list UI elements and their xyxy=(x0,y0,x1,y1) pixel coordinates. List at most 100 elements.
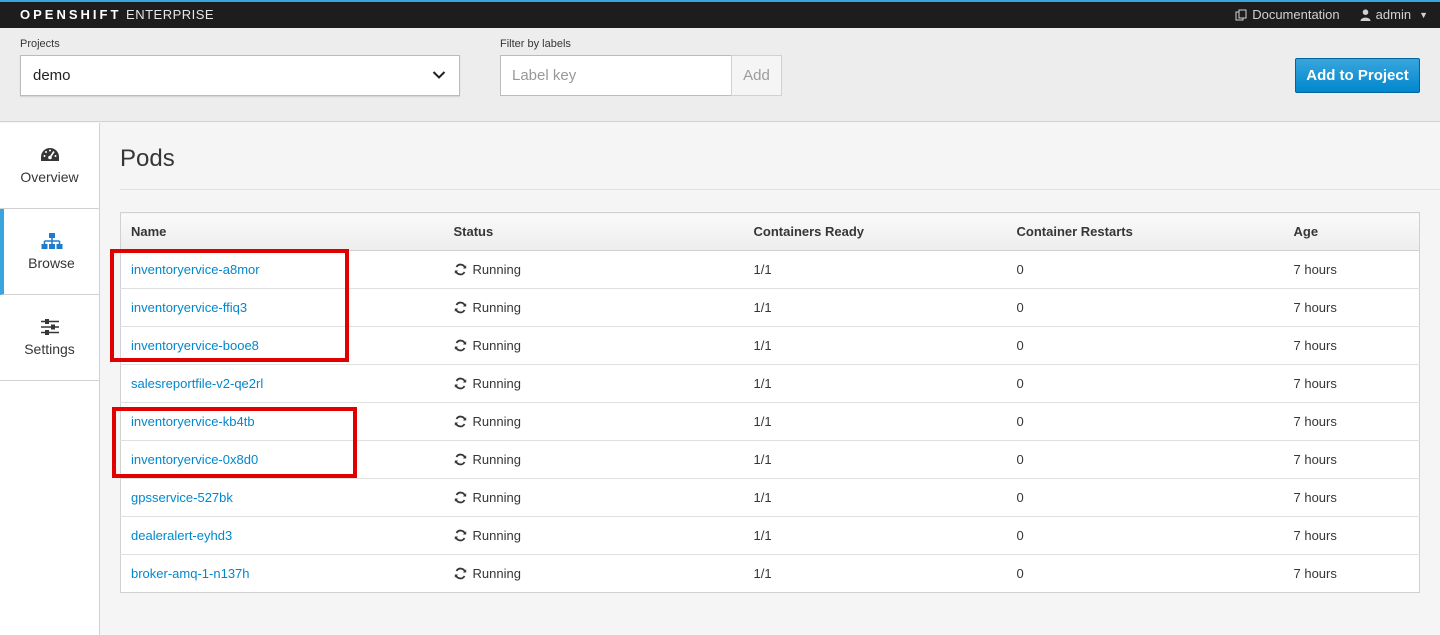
navbar-right: Documentation admin ▼ xyxy=(1235,7,1428,22)
column-header-containers-ready[interactable]: Containers Ready xyxy=(743,212,1007,251)
brand-light: ENTERPRISE xyxy=(126,7,215,22)
pod-link[interactable]: broker-amq-1-n137h xyxy=(131,566,250,581)
cell-containers-ready: 1/1 xyxy=(743,326,1007,365)
cell-name: inventoryervice-kb4tb xyxy=(120,402,444,441)
cell-name: broker-amq-1-n137h xyxy=(120,554,444,593)
table-row: inventoryervice-0x8d0 Running 1/1 0 7 hours xyxy=(120,440,1420,479)
cell-age: 7 hours xyxy=(1283,364,1420,403)
sync-icon xyxy=(454,377,466,390)
status-running: Running xyxy=(454,490,734,505)
status-label: Running xyxy=(472,566,521,581)
cell-containers-ready: 1/1 xyxy=(743,364,1007,403)
cell-containers-ready: 1/1 xyxy=(743,478,1007,517)
table-row: inventoryervice-booe8 Running 1/1 0 7 hours xyxy=(120,326,1420,365)
cell-container-restarts: 0 xyxy=(1006,478,1284,517)
pod-link[interactable]: dealeralert-eyhd3 xyxy=(131,528,232,543)
sync-icon xyxy=(454,529,466,542)
cell-name: salesreportfile-v2-qe2rl xyxy=(120,364,444,403)
status-label: Running xyxy=(472,414,521,429)
column-header-name[interactable]: Name xyxy=(120,212,444,251)
status-running: Running xyxy=(454,414,734,429)
status-running: Running xyxy=(454,300,734,315)
column-header-age[interactable]: Age xyxy=(1283,212,1420,251)
column-header-container-restarts[interactable]: Container Restarts xyxy=(1006,212,1284,251)
status-label: Running xyxy=(472,300,521,315)
cell-name: inventoryervice-0x8d0 xyxy=(120,440,444,479)
cell-status: Running xyxy=(443,250,744,289)
brand-bold: OPENSHIFT xyxy=(20,7,122,22)
cell-status: Running xyxy=(443,516,744,555)
status-label: Running xyxy=(472,452,521,467)
table-row: inventoryervice-a8mor Running 1/1 0 7 hours xyxy=(120,250,1420,289)
pod-link[interactable]: gpsservice-527bk xyxy=(131,490,233,505)
cell-status: Running xyxy=(443,554,744,593)
pod-link[interactable]: inventoryervice-0x8d0 xyxy=(131,452,258,467)
pod-link[interactable]: inventoryervice-a8mor xyxy=(131,262,260,277)
cell-age: 7 hours xyxy=(1283,326,1420,365)
cell-age: 7 hours xyxy=(1283,554,1420,593)
projects-label: Projects xyxy=(20,38,60,50)
sitemap-icon xyxy=(41,232,62,249)
sidebar-item-settings[interactable]: Settings xyxy=(0,295,99,381)
status-label: Running xyxy=(472,338,521,353)
cell-age: 7 hours xyxy=(1283,516,1420,555)
sync-icon xyxy=(454,453,466,466)
table-row: inventoryervice-kb4tb Running 1/1 0 7 hours xyxy=(120,402,1420,441)
add-label-button[interactable]: Add xyxy=(731,55,782,96)
sliders-icon xyxy=(40,318,59,335)
add-to-project-button[interactable]: Add to Project xyxy=(1295,58,1420,93)
status-running: Running xyxy=(454,262,734,277)
cell-container-restarts: 0 xyxy=(1006,364,1284,403)
cell-containers-ready: 1/1 xyxy=(743,402,1007,441)
table-row: gpsservice-527bk Running 1/1 0 7 hours xyxy=(120,478,1420,517)
documentation-link[interactable]: Documentation xyxy=(1235,7,1340,22)
pods-table: Name Status Containers Ready Container R… xyxy=(120,212,1420,593)
status-running: Running xyxy=(454,338,734,353)
user-menu[interactable]: admin ▼ xyxy=(1360,7,1428,22)
cell-container-restarts: 0 xyxy=(1006,250,1284,289)
user-icon xyxy=(1360,8,1371,21)
label-key-placeholder: Label key xyxy=(512,67,577,84)
sidebar-item-label: Overview xyxy=(20,168,79,185)
cell-containers-ready: 1/1 xyxy=(743,440,1007,479)
sync-icon xyxy=(454,263,466,276)
status-running: Running xyxy=(454,452,734,467)
sidebar-item-browse[interactable]: Browse xyxy=(0,209,99,295)
page-title: Pods xyxy=(120,145,175,172)
table-header-row: Name Status Containers Ready Container R… xyxy=(120,212,1420,251)
cell-status: Running xyxy=(443,478,744,517)
cell-container-restarts: 0 xyxy=(1006,516,1284,555)
cell-status: Running xyxy=(443,326,744,365)
column-header-status[interactable]: Status xyxy=(443,212,744,251)
status-running: Running xyxy=(454,528,734,543)
sync-icon xyxy=(454,339,466,352)
project-select[interactable]: demo xyxy=(20,55,460,96)
sidebar-item-label: Browse xyxy=(28,254,75,271)
pod-link[interactable]: inventoryervice-booe8 xyxy=(131,338,259,353)
brand-logo[interactable]: OPENSHIFT ENTERPRISE xyxy=(20,7,214,22)
label-key-input[interactable]: Label key xyxy=(500,55,732,96)
status-running: Running xyxy=(454,376,734,391)
cell-containers-ready: 1/1 xyxy=(743,250,1007,289)
table-row: salesreportfile-v2-qe2rl Running 1/1 0 7 hou… xyxy=(120,364,1420,403)
sidebar: Overview Browse Settings xyxy=(0,123,100,635)
dashboard-icon xyxy=(40,147,59,161)
main-content: Pods Name Status Containers Ready Contai… xyxy=(100,123,1440,635)
status-label: Running xyxy=(472,528,521,543)
documentation-label: Documentation xyxy=(1252,7,1340,22)
sidebar-item-overview[interactable]: Overview xyxy=(0,123,99,209)
cell-container-restarts: 0 xyxy=(1006,326,1284,365)
pod-link[interactable]: inventoryervice-ffiq3 xyxy=(131,300,247,315)
cell-status: Running xyxy=(443,402,744,441)
cell-name: gpsservice-527bk xyxy=(120,478,444,517)
cell-status: Running xyxy=(443,288,744,327)
cell-name: inventoryervice-booe8 xyxy=(120,326,444,365)
pod-link[interactable]: inventoryervice-kb4tb xyxy=(131,414,255,429)
cell-containers-ready: 1/1 xyxy=(743,516,1007,555)
pod-link[interactable]: salesreportfile-v2-qe2rl xyxy=(131,376,263,391)
cell-containers-ready: 1/1 xyxy=(743,288,1007,327)
cell-name: inventoryervice-ffiq3 xyxy=(120,288,444,327)
user-name: admin xyxy=(1375,7,1412,22)
cell-age: 7 hours xyxy=(1283,478,1420,517)
cell-containers-ready: 1/1 xyxy=(743,554,1007,593)
